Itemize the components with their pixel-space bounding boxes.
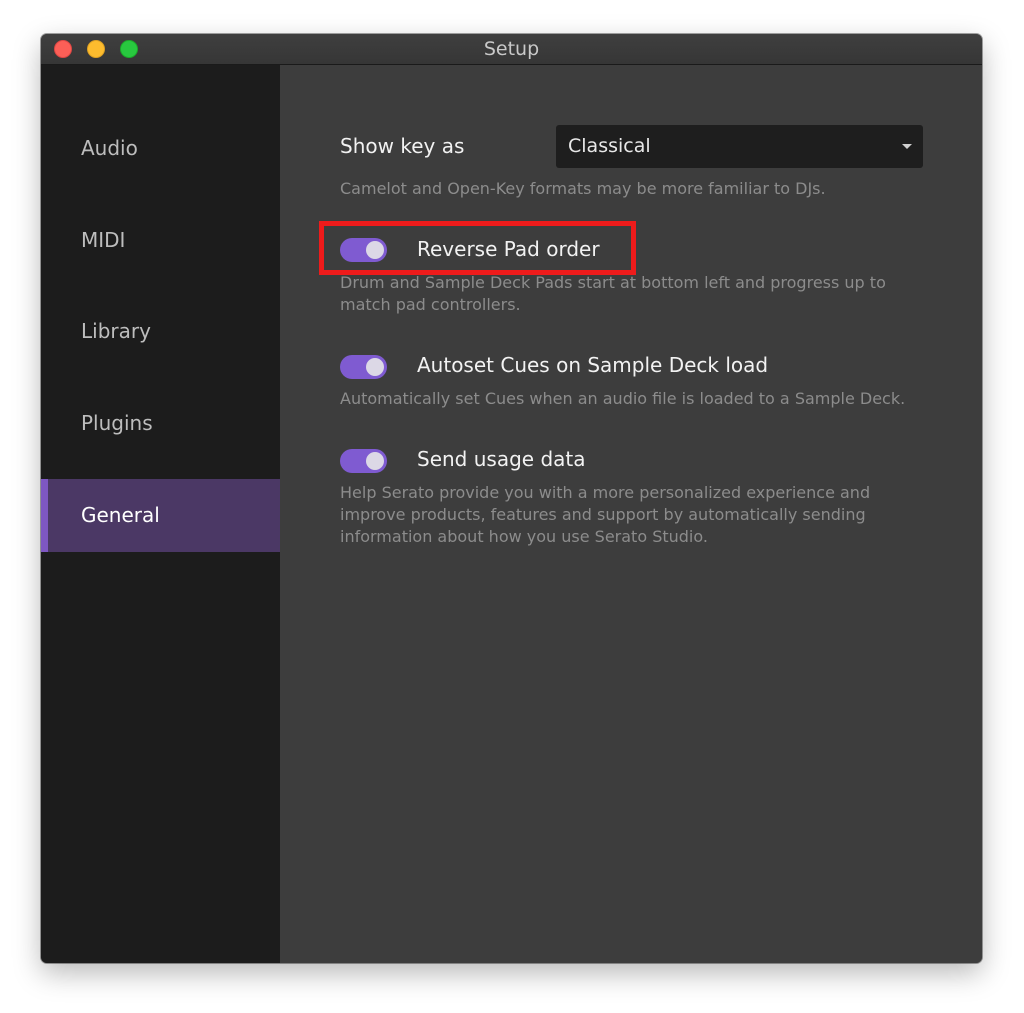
show-key-selected-value: Classical [568,135,651,157]
sidebar: Audio MIDI Library Plugins General [41,65,280,963]
toggle-knob [366,358,384,376]
autoset-cues-description: Automatically set Cues when an audio fil… [340,389,906,408]
window-title: Setup [483,38,540,60]
setup-window: Setup Audio MIDI Library Plugins General… [41,34,982,963]
send-usage-data-description: Help Serato provide you with a more pers… [340,483,871,546]
show-key-select[interactable]: Classical [556,125,923,168]
sidebar-item-library[interactable]: Library [41,295,280,368]
sidebar-item-general[interactable]: General [41,479,280,552]
toggle-knob [366,452,384,470]
sidebar-item-audio[interactable]: Audio [41,112,280,185]
dropdown-caret-icon [902,144,912,149]
show-key-description: Camelot and Open-Key formats may be more… [340,179,826,198]
title-bar[interactable]: Setup [41,34,982,65]
sidebar-item-plugins[interactable]: Plugins [41,387,280,460]
show-key-label: Show key as [340,134,465,158]
autoset-cues-toggle[interactable] [340,355,387,379]
send-usage-data-label: Send usage data [417,447,586,471]
reverse-pad-order-description: Drum and Sample Deck Pads start at botto… [340,273,886,314]
send-usage-data-toggle[interactable] [340,449,387,473]
sidebar-item-midi[interactable]: MIDI [41,204,280,277]
highlight-box [319,221,636,275]
general-settings-panel: Show key as Classical Camelot and Open-K… [280,65,982,963]
autoset-cues-label: Autoset Cues on Sample Deck load [417,353,769,377]
